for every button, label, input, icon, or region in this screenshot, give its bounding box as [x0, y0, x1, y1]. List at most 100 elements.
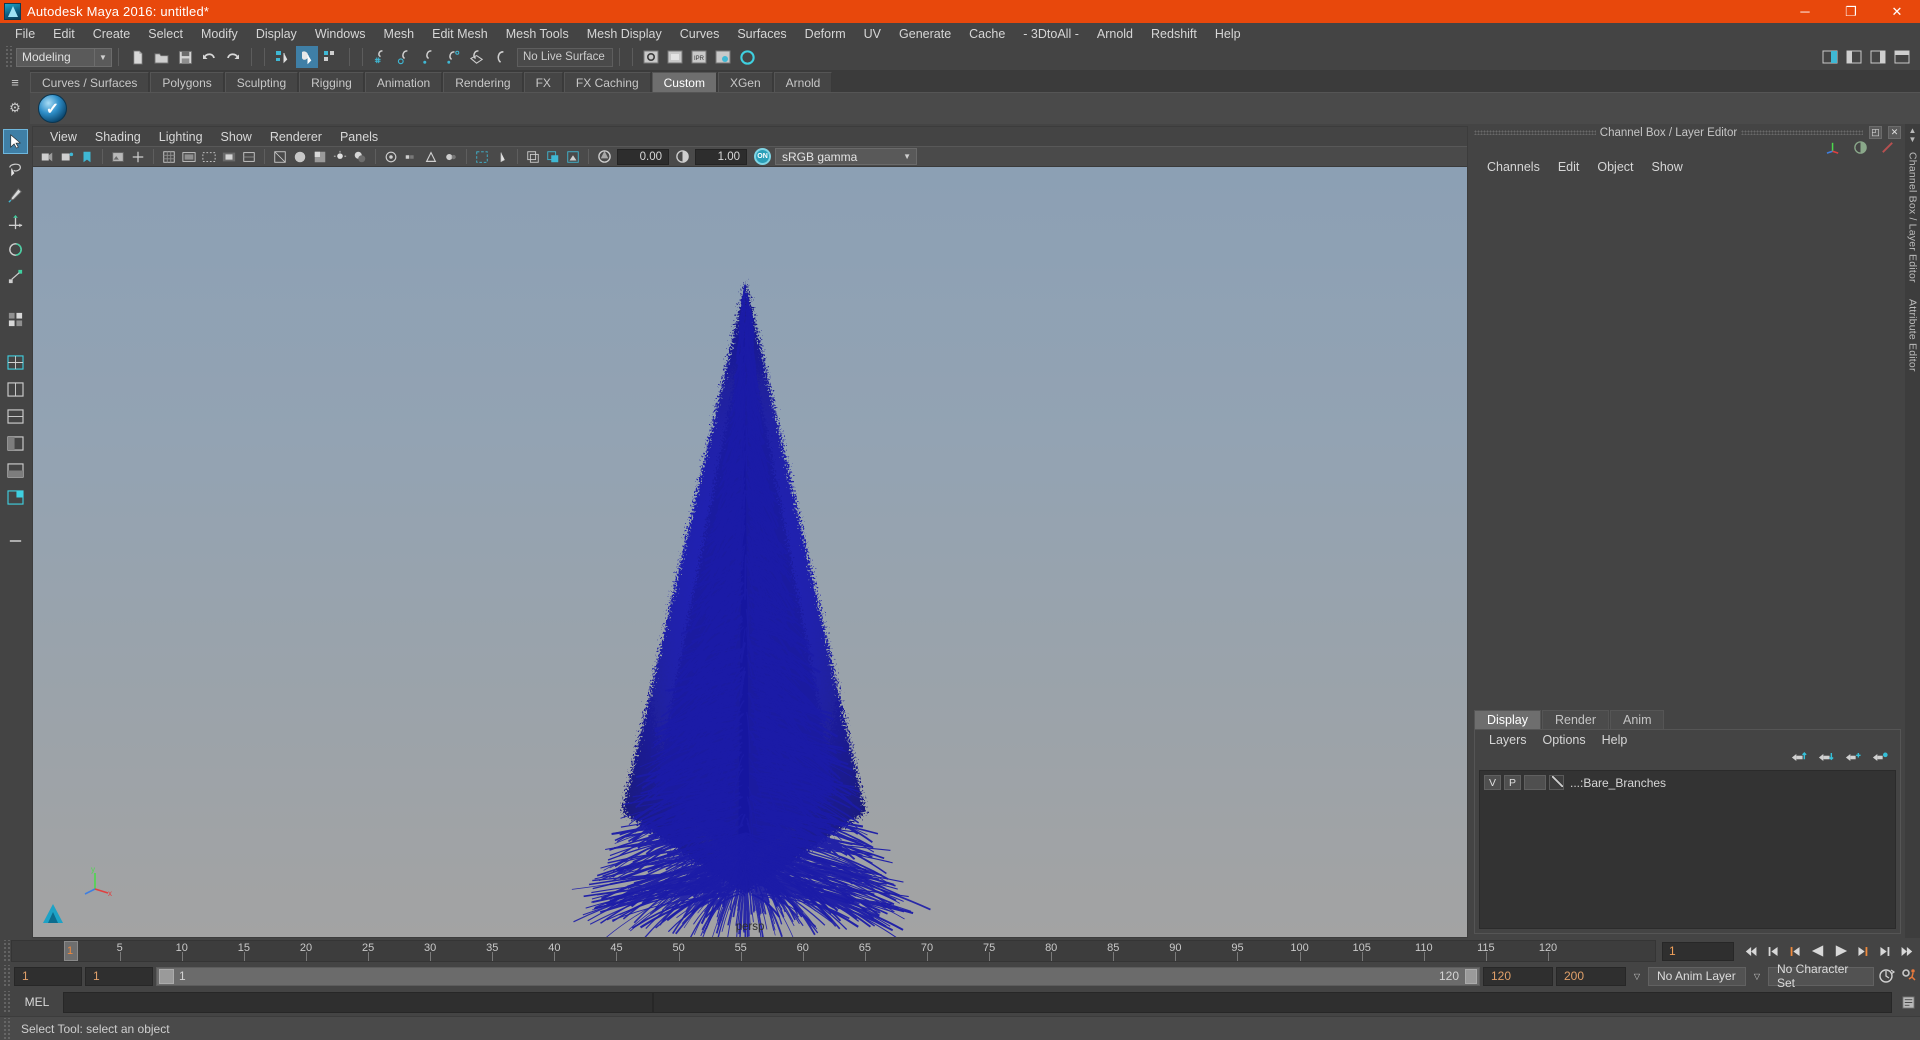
menu-item-arnold[interactable]: Arnold	[1088, 25, 1142, 43]
layer-color-swatch[interactable]	[1549, 775, 1564, 790]
shelf-tab-animation[interactable]: Animation	[364, 72, 443, 92]
layer-state-toggle[interactable]	[1524, 775, 1546, 790]
shelf-options-gear-icon[interactable]: ⚙	[7, 100, 23, 116]
show-hide-attribute-editor-icon[interactable]	[1819, 46, 1841, 68]
play-forwards-button[interactable]	[1830, 942, 1850, 961]
range-bar[interactable]: 1 120	[156, 966, 1480, 986]
range-bar-right-handle[interactable]	[1465, 968, 1477, 984]
snap-to-point-icon[interactable]	[418, 46, 440, 68]
anim-layer-selector[interactable]: No Anim Layer	[1648, 966, 1746, 986]
menu-item-windows[interactable]: Windows	[306, 25, 375, 43]
move-layer-down-icon[interactable]	[1818, 751, 1834, 767]
menu-item-redshift[interactable]: Redshift	[1142, 25, 1206, 43]
four-view-layout[interactable]	[3, 377, 28, 402]
shelf-tab-curves-surfaces[interactable]: Curves / Surfaces	[30, 72, 150, 92]
layer-editor-tab-render[interactable]: Render	[1542, 710, 1609, 729]
layer-visibility-toggle[interactable]: V	[1484, 775, 1501, 790]
render-current-frame-icon[interactable]	[640, 46, 662, 68]
motion-blur-icon[interactable]	[402, 148, 420, 166]
side-tab-channel-box[interactable]: Channel Box / Layer Editor	[1907, 144, 1919, 291]
animation-preferences-icon[interactable]	[1900, 967, 1920, 986]
hypershade-icon[interactable]	[736, 46, 758, 68]
shelf-tab-fx[interactable]: FX	[523, 72, 563, 92]
channel-box-axis-icon[interactable]	[1826, 140, 1841, 158]
viewport-menu-panels[interactable]: Panels	[331, 129, 387, 145]
shelf-tab-rigging[interactable]: Rigging	[299, 72, 364, 92]
screen-space-ao-icon[interactable]	[382, 148, 400, 166]
character-set-selector[interactable]: No Character Set	[1768, 962, 1874, 990]
layer-playback-toggle[interactable]: P	[1504, 775, 1521, 790]
depth-of-field-icon[interactable]	[442, 148, 460, 166]
film-gate-icon[interactable]	[180, 148, 198, 166]
shelf-tab-fx-caching[interactable]: FX Caching	[563, 72, 651, 92]
two-pane-layout[interactable]	[3, 485, 28, 510]
menu-set-selector[interactable]: Modeling ▼	[16, 47, 112, 67]
minimize-button[interactable]: ─	[1782, 0, 1828, 23]
auto-keyframe-icon[interactable]	[1877, 967, 1897, 986]
panel-close-button[interactable]: ✕	[1888, 126, 1902, 139]
panel-grip-left[interactable]	[1474, 130, 1596, 135]
chevron-down-icon[interactable]: ▼	[94, 48, 111, 66]
render-settings-icon[interactable]	[712, 46, 734, 68]
viewport-menu-view[interactable]: View	[41, 129, 86, 145]
go-to-end-button[interactable]	[1896, 942, 1916, 961]
layer-name[interactable]: ...:Bare_Branches	[1570, 776, 1666, 790]
undo-icon[interactable]	[198, 46, 220, 68]
gamma-field[interactable]: 1.00	[695, 148, 747, 165]
layer-editor-menu-help[interactable]: Help	[1594, 732, 1636, 748]
command-language-button[interactable]: MEL	[11, 995, 63, 1009]
shelf-tab-custom[interactable]: Custom	[651, 72, 717, 92]
grid-toggle-icon[interactable]	[160, 148, 178, 166]
command-line-grip[interactable]	[2, 991, 11, 1013]
display-layer-list[interactable]: V P ...:Bare_Branches	[1479, 770, 1896, 929]
viewport-canvas[interactable]: persp y x	[33, 167, 1467, 937]
command-input-field[interactable]	[63, 991, 653, 1013]
xray-joints-icon[interactable]	[524, 148, 542, 166]
range-start-field[interactable]: 1	[85, 966, 153, 986]
menu-item-uv[interactable]: UV	[855, 25, 890, 43]
color-management-selector[interactable]: sRGB gamma ▼	[775, 148, 917, 165]
isolate-select-icon[interactable]	[473, 148, 491, 166]
menu-item-3dtoall[interactable]: - 3DtoAll -	[1014, 25, 1088, 43]
menu-item-deform[interactable]: Deform	[796, 25, 855, 43]
menu-item-help[interactable]: Help	[1206, 25, 1250, 43]
persp-outliner-layout[interactable]	[3, 404, 28, 429]
shelf-tab-rendering[interactable]: Rendering	[443, 72, 523, 92]
menu-item-file[interactable]: File	[6, 25, 44, 43]
snap-to-curve-icon[interactable]	[394, 46, 416, 68]
menu-item-mesh-tools[interactable]: Mesh Tools	[497, 25, 578, 43]
make-live-icon[interactable]	[490, 46, 512, 68]
paint-select-tool[interactable]	[3, 183, 28, 208]
menu-item-edit[interactable]: Edit	[44, 25, 84, 43]
menu-item-display[interactable]: Display	[247, 25, 306, 43]
animation-end-time-field[interactable]: 200	[1556, 966, 1626, 986]
rotate-tool[interactable]	[3, 237, 28, 262]
current-frame-field[interactable]: 1	[1662, 941, 1734, 961]
step-back-key-button[interactable]	[1786, 942, 1806, 961]
wireframe-shading-icon[interactable]	[271, 148, 289, 166]
channel-box-menu-show[interactable]: Show	[1643, 159, 1692, 175]
render-sequence-icon[interactable]	[664, 46, 686, 68]
use-default-lighting-icon[interactable]	[331, 148, 349, 166]
ipr-render-icon[interactable]: IPR	[688, 46, 710, 68]
layer-editor-tab-anim[interactable]: Anim	[1610, 710, 1665, 729]
snap-to-projected-center-icon[interactable]	[442, 46, 464, 68]
gate-mask-icon[interactable]	[220, 148, 238, 166]
show-hide-channel-box-icon[interactable]	[1867, 46, 1889, 68]
side-tab-attribute-editor[interactable]: Attribute Editor	[1907, 291, 1919, 380]
bookmark-icon[interactable]	[78, 148, 96, 166]
shelf-tab-xgen[interactable]: XGen	[717, 72, 773, 92]
shade-using-textures-icon[interactable]	[311, 148, 329, 166]
channel-box-content[interactable]	[1470, 177, 1905, 709]
gamma-icon[interactable]	[673, 148, 691, 166]
range-slider-grip[interactable]	[2, 965, 11, 987]
xray-mode-icon[interactable]	[493, 148, 511, 166]
new-layer-icon[interactable]	[1845, 751, 1861, 767]
image-plane-icon[interactable]	[109, 148, 127, 166]
show-hide-tool-settings-icon[interactable]	[1843, 46, 1865, 68]
snap-to-view-plane-icon[interactable]	[466, 46, 488, 68]
new-scene-icon[interactable]	[126, 46, 148, 68]
panel-grip-right[interactable]	[1741, 130, 1864, 135]
shadows-icon[interactable]	[351, 148, 369, 166]
help-line-grip[interactable]	[2, 1017, 11, 1040]
